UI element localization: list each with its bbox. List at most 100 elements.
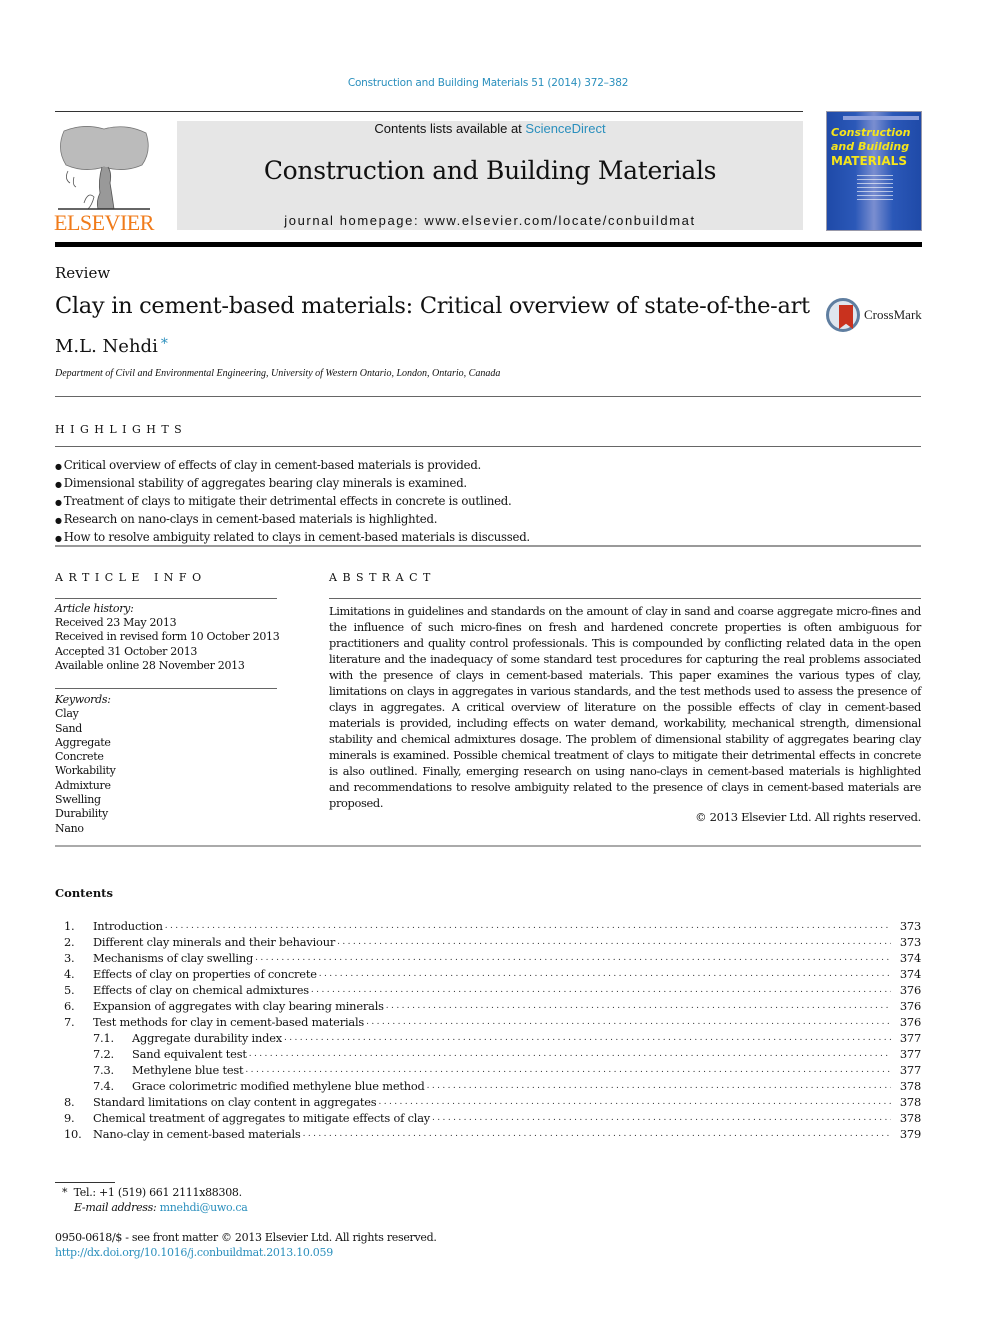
keyword: Swelling	[55, 793, 101, 807]
toc-number: 10.	[64, 1127, 82, 1141]
article-history: Article history: Received 23 May 2013 Re…	[55, 602, 280, 673]
toc-entry[interactable]: 7.4. Grace colorimetric modified methylen…	[55, 1078, 921, 1094]
highlights-bottom-rule	[55, 545, 921, 547]
toc-entry[interactable]: 9. Chemical treatment of aggregates to mi…	[55, 1110, 921, 1126]
journal-title: Construction and Building Materials	[263, 156, 717, 185]
contents-prefix: Contents lists available at	[374, 121, 526, 136]
toc-page-number: 378	[891, 1078, 921, 1094]
abstract-copyright: © 2013 Elsevier Ltd. All rights reserved…	[695, 810, 921, 824]
affiliation: Department of Civil and Environmental En…	[55, 368, 501, 379]
toc-leader-dots: ........................................…	[310, 985, 891, 995]
toc-leader-dots: ........................................…	[302, 1129, 891, 1139]
history-online: Available online 28 November 2013	[55, 658, 245, 672]
toc-page-number: 377	[891, 1030, 921, 1046]
toc-leader-dots: ........................................…	[255, 953, 891, 963]
toc-number: 7.1.	[93, 1031, 114, 1045]
toc-entry[interactable]: 8. Standard limitations on clay content i…	[55, 1094, 921, 1110]
toc-number: 4.	[64, 967, 75, 981]
toc-leader-dots: ........................................…	[245, 1065, 891, 1075]
article-type: Review	[55, 264, 111, 282]
email-label: E-mail address:	[74, 1200, 160, 1214]
keywords-label: Keywords:	[55, 693, 111, 706]
doi-link[interactable]: http://dx.doi.org/10.1016/j.conbuildmat.…	[55, 1246, 437, 1261]
contents-heading: Contents	[55, 886, 113, 900]
toc-entry[interactable]: 5. Effects of clay on chemical admixtures…	[55, 982, 921, 998]
toc-label-link[interactable]: Chemical treatment of aggregates to miti…	[93, 1110, 433, 1126]
toc-label-link[interactable]: Mechanisms of clay swelling	[93, 950, 256, 966]
author-footnote-link[interactable]: *	[161, 336, 168, 352]
author: M.L. Nehdi *	[55, 336, 168, 357]
toc-page-number: 376	[891, 998, 921, 1014]
homepage-url-link[interactable]: www.elsevier.com/locate/conbuildmat	[424, 213, 695, 228]
toc-label-link[interactable]: Nano-clay in cement-based materials	[93, 1126, 303, 1142]
article-info-heading: ARTICLE INFO	[55, 571, 207, 584]
toc-entry[interactable]: 7.2. Sand equivalent test................…	[55, 1046, 921, 1062]
toc-entry[interactable]: 7.3. Methylene blue test.................…	[55, 1062, 921, 1078]
toc-label-link[interactable]: Sand equivalent test	[132, 1046, 249, 1062]
toc-page-number: 376	[891, 982, 921, 998]
highlight-item: ● Research on nano-clays in cement-based …	[55, 512, 438, 526]
toc-entry[interactable]: 7.1. Aggregate durability index..........…	[55, 1030, 921, 1046]
toc-entry[interactable]: 1. Introduction..........................…	[55, 918, 921, 934]
toc-entry[interactable]: 6. Expansion of aggregates with clay bear…	[55, 998, 921, 1014]
toc-label-link[interactable]: Standard limitations on clay content in …	[93, 1094, 379, 1110]
crossmark-button[interactable]: CrossMark	[826, 298, 924, 334]
toc-label-link[interactable]: Aggregate durability index	[132, 1030, 284, 1046]
cover-title-line3: MATERIALS	[831, 154, 907, 168]
toc-number: 6.	[64, 999, 75, 1013]
highlights-heading: HIGHLIGHTS	[55, 423, 188, 436]
article-info-rule	[55, 598, 277, 599]
toc-page-number: 373	[891, 918, 921, 934]
cover-top-bar	[843, 116, 919, 120]
toc-label-link[interactable]: Different clay minerals and their behavi…	[93, 934, 338, 950]
toc-number: 7.4.	[93, 1079, 114, 1093]
email-link[interactable]: mnehdi@uwo.ca	[160, 1201, 248, 1214]
toc-number: 5.	[64, 983, 75, 997]
history-revised: Received in revised form 10 October 2013	[55, 630, 280, 644]
keyword: Nano	[55, 821, 84, 835]
highlight-item: ● Critical overview of effects of clay in…	[55, 458, 482, 472]
bullet-icon: ●	[55, 516, 62, 525]
toc-page-number: 374	[891, 950, 921, 966]
cover-title-line1: Construction	[831, 126, 911, 139]
footnote-tel: * Tel.: +1 (519) 661 2111x88308.	[62, 1186, 248, 1201]
toc-entry[interactable]: 7. Test methods for clay in cement-based …	[55, 1014, 921, 1030]
toc-page-number: 374	[891, 966, 921, 982]
abstract-text: Limitations in guidelines and standards …	[329, 604, 921, 810]
toc-leader-dots: ........................................…	[248, 1049, 891, 1059]
toc-label-link[interactable]: Grace colorimetric modified methylene bl…	[132, 1078, 427, 1094]
toc-entry[interactable]: 2. Different clay minerals and their beha…	[55, 934, 921, 950]
bullet-icon: ●	[55, 462, 62, 471]
highlights-list: ● Critical overview of effects of clay in…	[55, 457, 530, 547]
toc-label-link[interactable]: Introduction	[93, 918, 165, 934]
bullet-icon: ●	[55, 480, 62, 489]
toc-entry[interactable]: 10. Nano-clay in cement-based materials..…	[55, 1126, 921, 1142]
bullet-icon: ●	[55, 498, 62, 507]
sciencedirect-link[interactable]: ScienceDirect	[525, 121, 605, 136]
keyword: Durability	[55, 807, 108, 821]
toc-label-link[interactable]: Methylene blue test	[132, 1062, 246, 1078]
crossmark-ribbon-icon	[839, 305, 853, 329]
toc-number: 7.3.	[93, 1063, 114, 1077]
toc-number: 2.	[64, 935, 75, 949]
cover-title-line2: and Building	[831, 140, 910, 153]
toc-label-link[interactable]: Test methods for clay in cement-based ma…	[93, 1014, 367, 1030]
abstract-rule	[329, 598, 921, 599]
keyword: Admixture	[55, 778, 111, 792]
telephone: Tel.: +1 (519) 661 2111x88308.	[73, 1186, 242, 1199]
toc-entry[interactable]: 4. Effects of clay on properties of concr…	[55, 966, 921, 982]
keyword: Workability	[55, 764, 116, 778]
journal-homepage: journal homepage: www.elsevier.com/locat…	[177, 213, 803, 228]
toc-page-number: 379	[891, 1126, 921, 1142]
history-label: Article history:	[55, 602, 134, 615]
toc-label-link[interactable]: Effects of clay on properties of concret…	[93, 966, 319, 982]
toc-label-link[interactable]: Expansion of aggregates with clay bearin…	[93, 998, 386, 1014]
highlights-top-rule	[55, 446, 921, 447]
toc-label-link[interactable]: Effects of clay on chemical admixtures	[93, 982, 311, 998]
toc-page-number: 378	[891, 1094, 921, 1110]
journal-cover-image[interactable]: Construction and Building MATERIALS	[826, 111, 922, 231]
toc-entry[interactable]: 3. Mechanisms of clay swelling...........…	[55, 950, 921, 966]
journal-citation-link[interactable]: Construction and Building Materials 51 (…	[0, 77, 976, 89]
toc-leader-dots: ........................................…	[337, 937, 891, 947]
keywords: Keywords: Clay Sand Aggregate Concrete W…	[55, 693, 116, 836]
